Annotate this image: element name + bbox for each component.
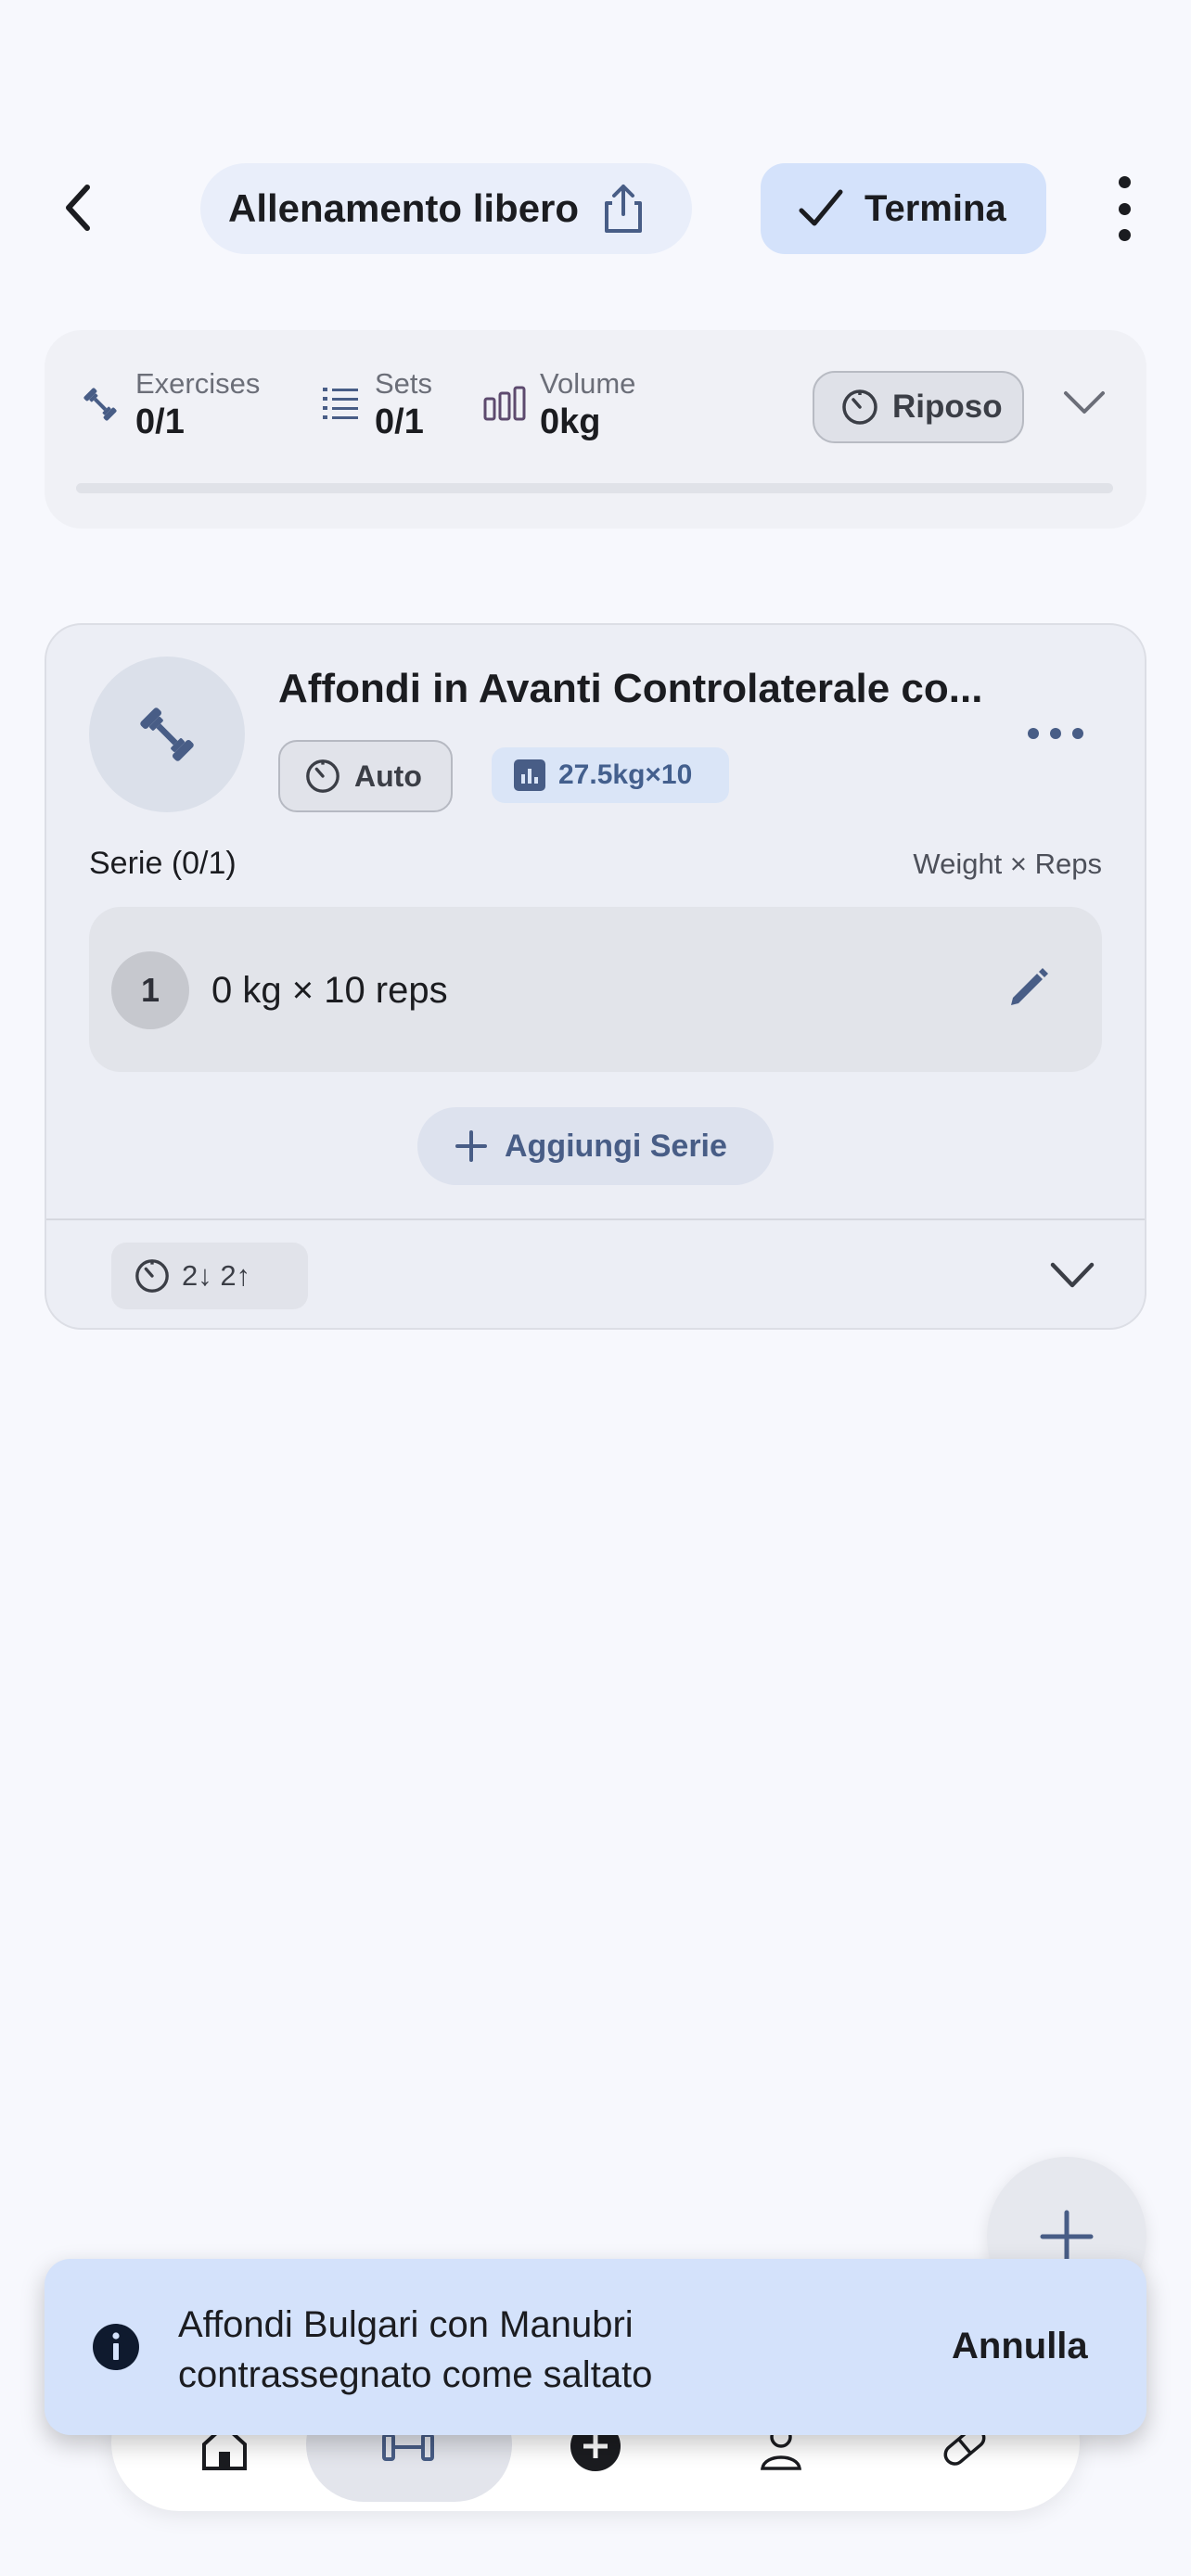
dumbbell-icon bbox=[140, 708, 194, 761]
sets-value: 0/1 bbox=[375, 402, 424, 441]
exercise-name[interactable]: Affondi in Avanti Controlaterale co... bbox=[278, 666, 982, 712]
best-set-value: 27.5kg×10 bbox=[558, 759, 693, 790]
chevron-down-icon bbox=[1050, 1262, 1095, 1288]
stat-exercises: Exercises 0/1 bbox=[80, 367, 260, 443]
end-workout-label: Termina bbox=[864, 187, 1006, 229]
exercise-avatar[interactable] bbox=[89, 657, 245, 812]
expand-exercise-button[interactable] bbox=[1050, 1261, 1095, 1291]
workout-title-pill[interactable]: Allenamento libero bbox=[200, 163, 692, 254]
workout-title: Allenamento libero bbox=[228, 186, 580, 230]
card-divider bbox=[46, 1218, 1145, 1220]
add-set-button[interactable]: Aggiungi Serie bbox=[417, 1107, 774, 1185]
volume-label: Volume bbox=[540, 367, 636, 400]
weight-reps-header: Weight × Reps bbox=[913, 848, 1102, 880]
bar-chart-icon bbox=[483, 386, 526, 421]
dumbbell-icon bbox=[83, 388, 117, 421]
rest-summary-chip[interactable]: 2↓ 2↑ bbox=[111, 1243, 308, 1309]
series-count-label: Serie (0/1) bbox=[89, 846, 237, 881]
expand-stats-button[interactable] bbox=[1063, 389, 1106, 417]
more-vert-icon bbox=[1118, 176, 1131, 188]
timer-icon bbox=[306, 759, 339, 793]
back-button[interactable] bbox=[48, 169, 108, 247]
stat-volume: Volume 0kg bbox=[482, 367, 635, 443]
timer-mode-chip[interactable]: Auto bbox=[278, 740, 453, 812]
share-icon[interactable] bbox=[601, 183, 646, 235]
plus-icon bbox=[1040, 2210, 1094, 2264]
set-number-badge: 1 bbox=[111, 951, 189, 1029]
rest-label: Riposo bbox=[892, 389, 1003, 425]
snackbar-message: Affondi Bulgari con Manubri contrassegna… bbox=[178, 2304, 653, 2395]
analytics-icon bbox=[514, 759, 545, 791]
workout-progress-bar bbox=[76, 483, 1113, 493]
exercises-label: Exercises bbox=[135, 367, 261, 400]
more-options-button[interactable] bbox=[1104, 176, 1145, 241]
chevron-down-icon bbox=[1064, 391, 1105, 414]
add-set-label: Aggiungi Serie bbox=[505, 1128, 727, 1164]
stat-sets: Sets 0/1 bbox=[321, 367, 432, 443]
edit-icon bbox=[1011, 968, 1048, 1005]
timer-mode-label: Auto bbox=[354, 759, 422, 793]
sets-label: Sets bbox=[375, 367, 433, 400]
exercises-value: 0/1 bbox=[135, 402, 185, 441]
volume-value: 0kg bbox=[540, 402, 601, 441]
exercise-more-button[interactable] bbox=[1028, 723, 1083, 744]
undo-button[interactable]: Annulla bbox=[952, 2326, 1088, 2367]
chevron-left-icon bbox=[66, 185, 90, 231]
list-icon bbox=[323, 388, 358, 419]
rest-summary-text: 2↓ 2↑ bbox=[182, 1259, 251, 1292]
best-set-chip[interactable]: 27.5kg×10 bbox=[492, 747, 729, 803]
rest-timer-button[interactable]: Riposo bbox=[813, 371, 1024, 443]
set-summary: 0 kg × 10 reps bbox=[211, 970, 448, 1011]
end-workout-button[interactable]: Termina bbox=[761, 163, 1046, 254]
more-horiz-icon bbox=[1028, 728, 1039, 739]
plus-icon bbox=[455, 1130, 487, 1162]
info-icon bbox=[91, 2322, 141, 2372]
check-icon bbox=[799, 189, 843, 226]
timer-icon bbox=[842, 389, 877, 425]
edit-set-button[interactable] bbox=[1004, 964, 1052, 1013]
timer-icon bbox=[135, 1259, 169, 1293]
